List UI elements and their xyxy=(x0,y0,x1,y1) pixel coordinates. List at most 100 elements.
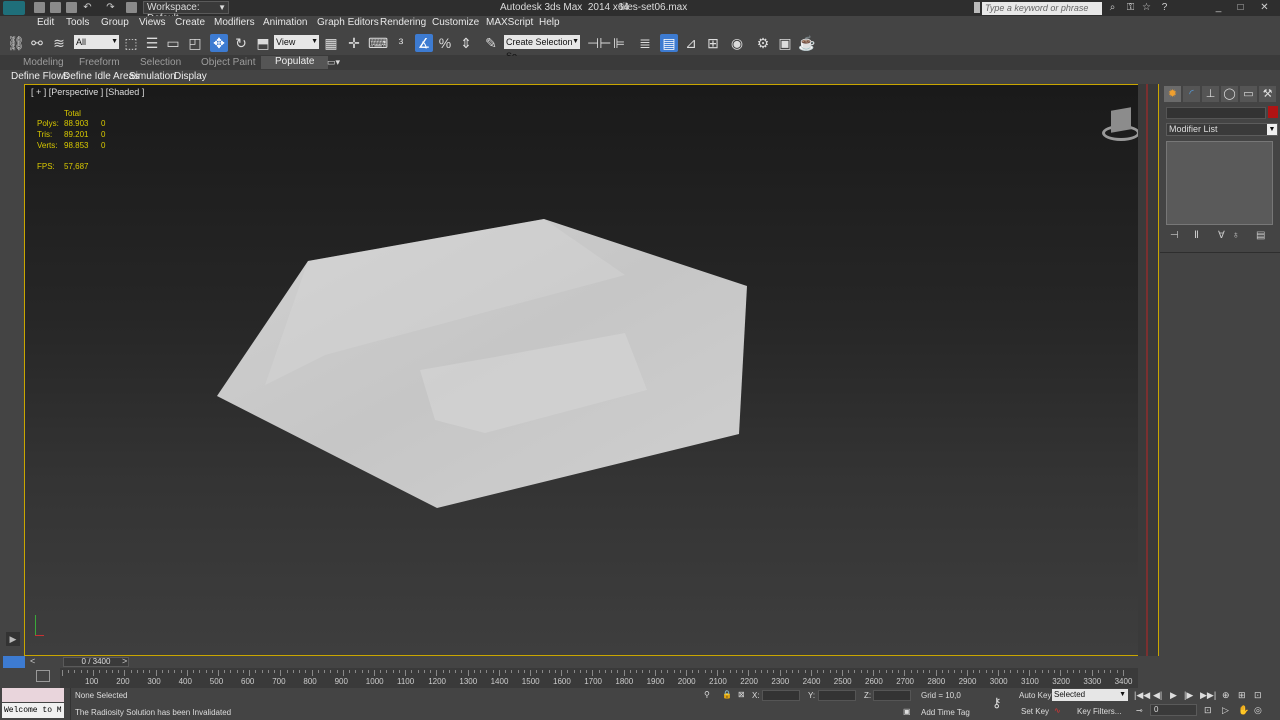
play-icon[interactable]: ▶ xyxy=(1170,690,1177,701)
key-filter-icon[interactable] xyxy=(36,670,50,682)
select-object-icon[interactable]: ⬚ xyxy=(122,34,140,52)
window-crossing-icon[interactable]: ◰ xyxy=(186,34,204,52)
key-icon[interactable]: ⚿ xyxy=(1124,2,1137,14)
align-icon[interactable]: ⊫ xyxy=(610,34,628,52)
reference-coordinate-dropdown[interactable]: View ▼ xyxy=(274,35,319,49)
tab-object-paint[interactable]: Object Paint xyxy=(201,57,255,68)
select-by-name-icon[interactable]: ☰ xyxy=(143,34,161,52)
close-icon[interactable]: ✕ xyxy=(1258,2,1271,14)
utilities-tab-icon[interactable]: ⚒ xyxy=(1259,86,1276,102)
hold-icon[interactable] xyxy=(126,2,137,13)
link-icon[interactable]: ⛓ xyxy=(7,34,25,52)
menu-create[interactable]: Create xyxy=(175,17,205,28)
save-file-icon[interactable] xyxy=(66,2,77,13)
zoom-icon[interactable]: ⊕ xyxy=(1222,690,1230,701)
modifier-list-dropdown[interactable]: Modifier List ▼ xyxy=(1166,123,1278,136)
unlink-icon[interactable]: ⚯ xyxy=(28,34,46,52)
key-filters-icon[interactable]: ⊸ xyxy=(1136,706,1143,715)
edit-named-selection-icon[interactable]: ✎ xyxy=(482,34,500,52)
menu-graph-editors[interactable]: Graph Editors xyxy=(317,17,379,28)
search-input[interactable]: Type a keyword or phrase xyxy=(982,2,1102,15)
menu-rendering[interactable]: Rendering xyxy=(380,17,426,28)
define-idle-areas-button[interactable]: Define Idle Areas xyxy=(63,71,139,82)
layer-manager-icon[interactable]: ≣ xyxy=(636,34,654,52)
orbit-icon[interactable]: ◎ xyxy=(1254,705,1262,716)
scale-icon[interactable]: ⬒ xyxy=(254,34,272,52)
menu-tools[interactable]: Tools xyxy=(66,17,89,28)
tab-freeform[interactable]: Freeform xyxy=(79,57,120,68)
absolute-mode-icon[interactable]: ⊠ xyxy=(738,690,745,699)
spinner-snap-icon[interactable]: ⇕ xyxy=(457,34,475,52)
next-key-icon[interactable]: |▶ xyxy=(1184,690,1193,701)
time-slider[interactable]: 0 / 3400 xyxy=(63,657,129,667)
simulation-button[interactable]: Simulation xyxy=(129,71,176,82)
workspace-dropdown[interactable]: Workspace: Default ▼ xyxy=(143,1,229,24)
select-and-manipulate-icon[interactable]: ✛ xyxy=(345,34,363,52)
key-filters-button[interactable]: Key Filters... xyxy=(1077,707,1121,716)
set-key-button[interactable]: Set Key xyxy=(1021,707,1049,716)
menu-views[interactable]: Views xyxy=(139,17,166,28)
redo-icon[interactable]: ↷ xyxy=(104,2,117,14)
keyboard-shortcut-icon[interactable]: ⌨ xyxy=(368,34,388,52)
key-mode-icon[interactable]: ⚷ xyxy=(992,695,1002,711)
expand-arrow-icon[interactable]: ▶ xyxy=(6,632,20,646)
create-tab-icon[interactable]: ✹ xyxy=(1164,86,1181,102)
define-flows-button[interactable]: Define Flows xyxy=(11,71,69,82)
hexagon-tile-mesh[interactable] xyxy=(25,85,1158,655)
motion-tab-icon[interactable]: ◯ xyxy=(1221,86,1238,102)
current-frame-field[interactable]: 0 xyxy=(1150,704,1197,716)
named-selection-dropdown[interactable]: Create Selection Se ▼ xyxy=(504,35,580,61)
maximize-icon[interactable]: □ xyxy=(1234,2,1247,14)
pivot-center-icon[interactable]: ▦ xyxy=(322,34,340,52)
menu-modifiers[interactable]: Modifiers xyxy=(214,17,255,28)
time-tag-icon[interactable]: ▣ xyxy=(903,707,911,716)
maxscript-mini-input[interactable]: Welcome to M xyxy=(2,703,64,718)
undo-icon[interactable]: ↶ xyxy=(81,2,94,14)
auto-key-button[interactable]: Auto Key xyxy=(1019,691,1051,700)
lock-selection-icon[interactable]: 🔒 xyxy=(722,690,732,699)
mini-curve-editor-icon[interactable] xyxy=(3,656,25,668)
go-to-start-icon[interactable]: |◀◀ xyxy=(1134,690,1150,701)
star-icon[interactable]: ☆ xyxy=(1140,2,1153,14)
tab-selection[interactable]: Selection xyxy=(140,57,181,68)
menu-edit[interactable]: Edit xyxy=(37,17,54,28)
menu-group[interactable]: Group xyxy=(101,17,129,28)
hierarchy-tab-icon[interactable]: ⊥ xyxy=(1202,86,1219,102)
object-color-swatch[interactable] xyxy=(1268,106,1278,118)
time-config-icon[interactable]: ⊡ xyxy=(1204,705,1212,716)
make-unique-icon[interactable]: ∀ xyxy=(1218,230,1225,241)
maxscript-listener-mini[interactable] xyxy=(2,688,64,702)
modify-tab-icon[interactable]: ◜ xyxy=(1183,86,1200,102)
info-center-icon[interactable] xyxy=(974,2,980,13)
go-to-end-icon[interactable]: ▶▶| xyxy=(1200,690,1216,701)
x-coordinate-field[interactable] xyxy=(762,690,800,701)
isolate-icon[interactable]: ⚲ xyxy=(704,690,710,699)
key-selection-dropdown[interactable]: Selected ▼ xyxy=(1052,689,1128,701)
schematic-view-icon[interactable]: ⊞ xyxy=(704,34,722,52)
field-of-view-icon[interactable]: ▷ xyxy=(1222,705,1229,716)
menu-customize[interactable]: Customize xyxy=(432,17,479,28)
prev-frame-arrow-icon[interactable]: < xyxy=(30,656,35,666)
menu-maxscript[interactable]: MAXScript xyxy=(486,17,533,28)
display-tab-icon[interactable]: ▭ xyxy=(1240,86,1257,102)
tab-populate[interactable]: Populate xyxy=(261,56,329,69)
bind-spacewarp-icon[interactable]: ≋ xyxy=(50,34,68,52)
configure-sets-icon[interactable]: ▤ xyxy=(1256,230,1265,241)
minimize-icon[interactable]: _ xyxy=(1212,2,1225,14)
ribbon-toggle-icon[interactable]: ▤ xyxy=(660,34,678,52)
show-end-result-icon[interactable]: Ⅱ xyxy=(1194,230,1199,241)
mirror-icon[interactable]: ⊣⊢ xyxy=(587,34,611,52)
remove-modifier-icon[interactable]: ♁ xyxy=(1232,230,1240,241)
render-setup-icon[interactable]: ⚙ xyxy=(754,34,772,52)
menu-animation[interactable]: Animation xyxy=(263,17,307,28)
zoom-extents-icon[interactable]: ⊡ xyxy=(1254,690,1262,701)
app-logo-icon[interactable] xyxy=(3,1,25,15)
open-file-icon[interactable] xyxy=(50,2,61,13)
rendered-frame-icon[interactable]: ▣ xyxy=(776,34,794,52)
rotate-icon[interactable]: ↻ xyxy=(232,34,250,52)
track-bar[interactable]: 100 200 300 400 500 600 700 800 900 1000 1100 1200 1… xyxy=(60,668,1138,688)
move-icon[interactable]: ✥ xyxy=(210,34,228,52)
set-key-icon[interactable]: ∿ xyxy=(1054,706,1061,715)
snaps-toggle-icon[interactable]: ³ xyxy=(392,34,410,52)
tab-modeling[interactable]: Modeling xyxy=(23,57,64,68)
